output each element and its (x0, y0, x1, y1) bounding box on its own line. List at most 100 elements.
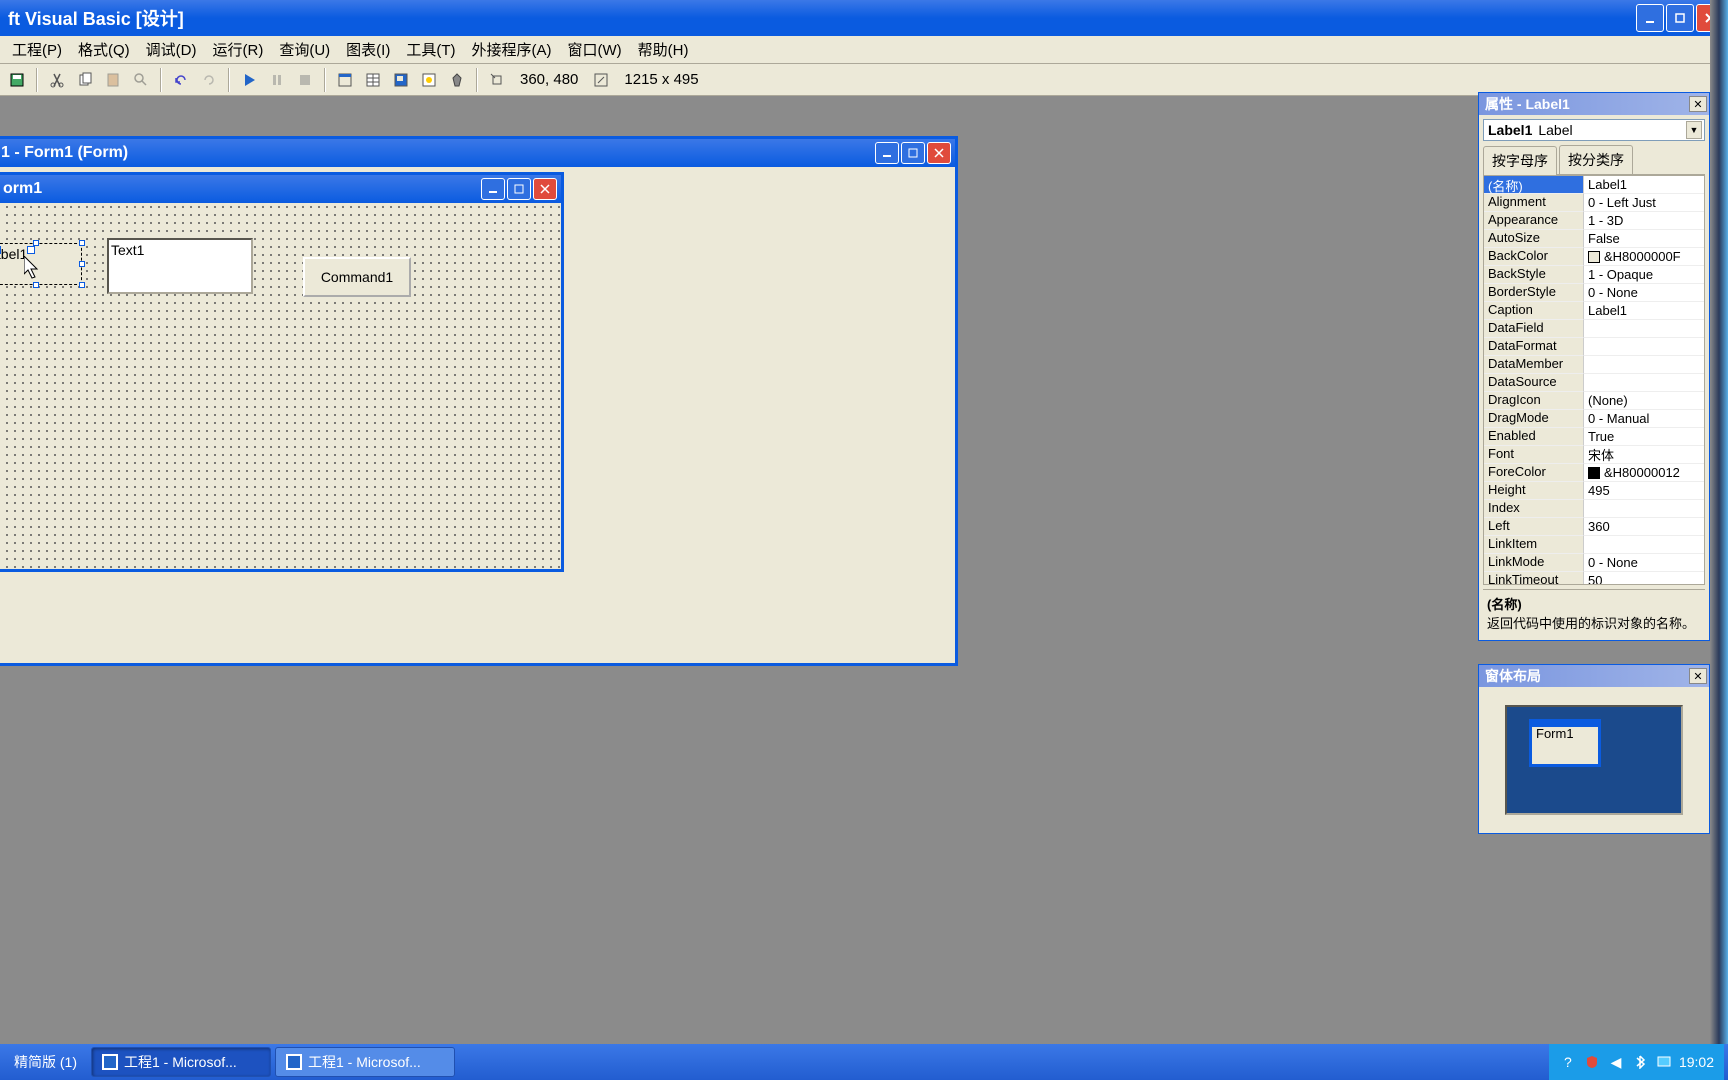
designer-titlebar[interactable]: 1 - Form1 (Form) (0, 139, 955, 167)
property-row[interactable]: ForeColor&H80000012 (1484, 464, 1704, 482)
property-row[interactable]: Alignment0 - Left Just (1484, 194, 1704, 212)
property-value[interactable]: 0 - Manual (1584, 410, 1704, 428)
designer-close-button[interactable] (927, 142, 951, 164)
property-row[interactable]: Height495 (1484, 482, 1704, 500)
minimize-button[interactable] (1636, 4, 1664, 32)
property-value[interactable] (1584, 338, 1704, 356)
clock[interactable]: 19:02 (1679, 1054, 1714, 1070)
property-value[interactable] (1584, 320, 1704, 338)
dropdown-arrow-icon[interactable]: ▼ (1686, 121, 1702, 139)
menu-addins[interactable]: 外接程序(A) (463, 35, 559, 64)
menu-project[interactable]: 工程(P) (4, 35, 70, 64)
designer-minimize-button[interactable] (875, 142, 899, 164)
property-value[interactable]: (None) (1584, 392, 1704, 410)
help-icon[interactable]: ? (1559, 1053, 1577, 1071)
property-row[interactable]: CaptionLabel1 (1484, 302, 1704, 320)
tab-categorized[interactable]: 按分类序 (1559, 145, 1633, 174)
label-control[interactable]: abel1 (0, 243, 82, 285)
taskbar-item-2[interactable]: 工程1 - Microsof... (275, 1047, 455, 1077)
property-row[interactable]: BackColor&H8000000F (1484, 248, 1704, 266)
menu-window[interactable]: 窗口(W) (559, 35, 629, 64)
property-row[interactable]: Left360 (1484, 518, 1704, 536)
property-value[interactable]: True (1584, 428, 1704, 446)
object-browser-icon[interactable] (416, 67, 442, 93)
property-row[interactable]: (名称)Label1 (1484, 176, 1704, 194)
display-icon[interactable] (1655, 1053, 1673, 1071)
properties-grid[interactable]: (名称)Label1Alignment0 - Left JustAppearan… (1483, 175, 1705, 585)
command-button-control[interactable]: Command1 (303, 257, 411, 297)
run-icon[interactable] (236, 67, 262, 93)
property-value[interactable] (1584, 500, 1704, 518)
property-value[interactable]: 360 (1584, 518, 1704, 536)
property-row[interactable]: Appearance1 - 3D (1484, 212, 1704, 230)
property-row[interactable]: DataField (1484, 320, 1704, 338)
property-row[interactable]: AutoSizeFalse (1484, 230, 1704, 248)
menu-run[interactable]: 运行(R) (205, 35, 272, 64)
property-value[interactable]: False (1584, 230, 1704, 248)
layout-form-preview[interactable]: Form1 (1529, 719, 1601, 767)
property-value[interactable]: Label1 (1584, 176, 1704, 194)
property-row[interactable]: LinkMode0 - None (1484, 554, 1704, 572)
maximize-button[interactable] (1666, 4, 1694, 32)
form-minimize-button[interactable] (481, 178, 505, 200)
properties-titlebar[interactable]: 属性 - Label1 ✕ (1479, 93, 1709, 115)
layout-icon[interactable] (388, 67, 414, 93)
menu-format[interactable]: 格式(Q) (70, 35, 138, 64)
property-value[interactable] (1584, 536, 1704, 554)
find-icon[interactable] (128, 67, 154, 93)
redo-icon[interactable] (196, 67, 222, 93)
property-value[interactable]: &H8000000F (1584, 248, 1704, 266)
properties-close-button[interactable]: ✕ (1689, 96, 1707, 112)
property-row[interactable]: LinkTimeout50 (1484, 572, 1704, 585)
paste-icon[interactable] (100, 67, 126, 93)
property-value[interactable]: Label1 (1584, 302, 1704, 320)
property-value[interactable]: 0 - None (1584, 554, 1704, 572)
shield-icon[interactable] (1583, 1053, 1601, 1071)
pause-icon[interactable] (264, 67, 290, 93)
layout-close-button[interactable]: ✕ (1689, 668, 1707, 684)
property-value[interactable]: 50 (1584, 572, 1704, 585)
menu-help[interactable]: 帮助(H) (630, 35, 697, 64)
property-value[interactable]: 1 - Opaque (1584, 266, 1704, 284)
property-row[interactable]: DragMode0 - Manual (1484, 410, 1704, 428)
property-value[interactable] (1584, 374, 1704, 392)
menu-chart[interactable]: 图表(I) (338, 35, 398, 64)
undo-icon[interactable] (168, 67, 194, 93)
form-titlebar[interactable]: orm1 (0, 175, 561, 203)
property-row[interactable]: DataFormat (1484, 338, 1704, 356)
form-close-button[interactable] (533, 178, 557, 200)
property-value[interactable]: 宋体 (1584, 446, 1704, 464)
form-maximize-button[interactable] (507, 178, 531, 200)
project-explorer-icon[interactable] (332, 67, 358, 93)
property-row[interactable]: DataSource (1484, 374, 1704, 392)
textbox-control[interactable]: Text1 (107, 238, 253, 294)
taskbar-item-1[interactable]: 工程1 - Microsof... (91, 1047, 271, 1077)
layout-titlebar[interactable]: 窗体布局 ✕ (1479, 665, 1709, 687)
property-value[interactable]: &H80000012 (1584, 464, 1704, 482)
tab-alphabetic[interactable]: 按字母序 (1483, 146, 1557, 175)
designer-maximize-button[interactable] (901, 142, 925, 164)
property-row[interactable]: BorderStyle0 - None (1484, 284, 1704, 302)
property-row[interactable]: DragIcon(None) (1484, 392, 1704, 410)
taskbar-start-text[interactable]: 精简版 (1) (4, 1047, 87, 1077)
property-value[interactable] (1584, 356, 1704, 374)
menu-tools[interactable]: 工具(T) (398, 35, 463, 64)
copy-icon[interactable] (72, 67, 98, 93)
property-value[interactable]: 495 (1584, 482, 1704, 500)
property-value[interactable]: 0 - None (1584, 284, 1704, 302)
property-row[interactable]: DataMember (1484, 356, 1704, 374)
property-value[interactable]: 1 - 3D (1584, 212, 1704, 230)
property-row[interactable]: EnabledTrue (1484, 428, 1704, 446)
cut-icon[interactable] (44, 67, 70, 93)
stop-icon[interactable] (292, 67, 318, 93)
form-canvas[interactable]: abel1 Text1 Command1 (0, 203, 561, 569)
property-value[interactable]: 0 - Left Just (1584, 194, 1704, 212)
bluetooth-icon[interactable] (1631, 1053, 1649, 1071)
save-icon[interactable] (4, 67, 30, 93)
menu-debug[interactable]: 调试(D) (138, 35, 205, 64)
property-row[interactable]: Index (1484, 500, 1704, 518)
menu-query[interactable]: 查询(U) (271, 35, 338, 64)
layout-screen[interactable]: Form1 (1505, 705, 1683, 815)
arrow-icon[interactable]: ◀ (1607, 1053, 1625, 1071)
toolbox-icon[interactable] (444, 67, 470, 93)
